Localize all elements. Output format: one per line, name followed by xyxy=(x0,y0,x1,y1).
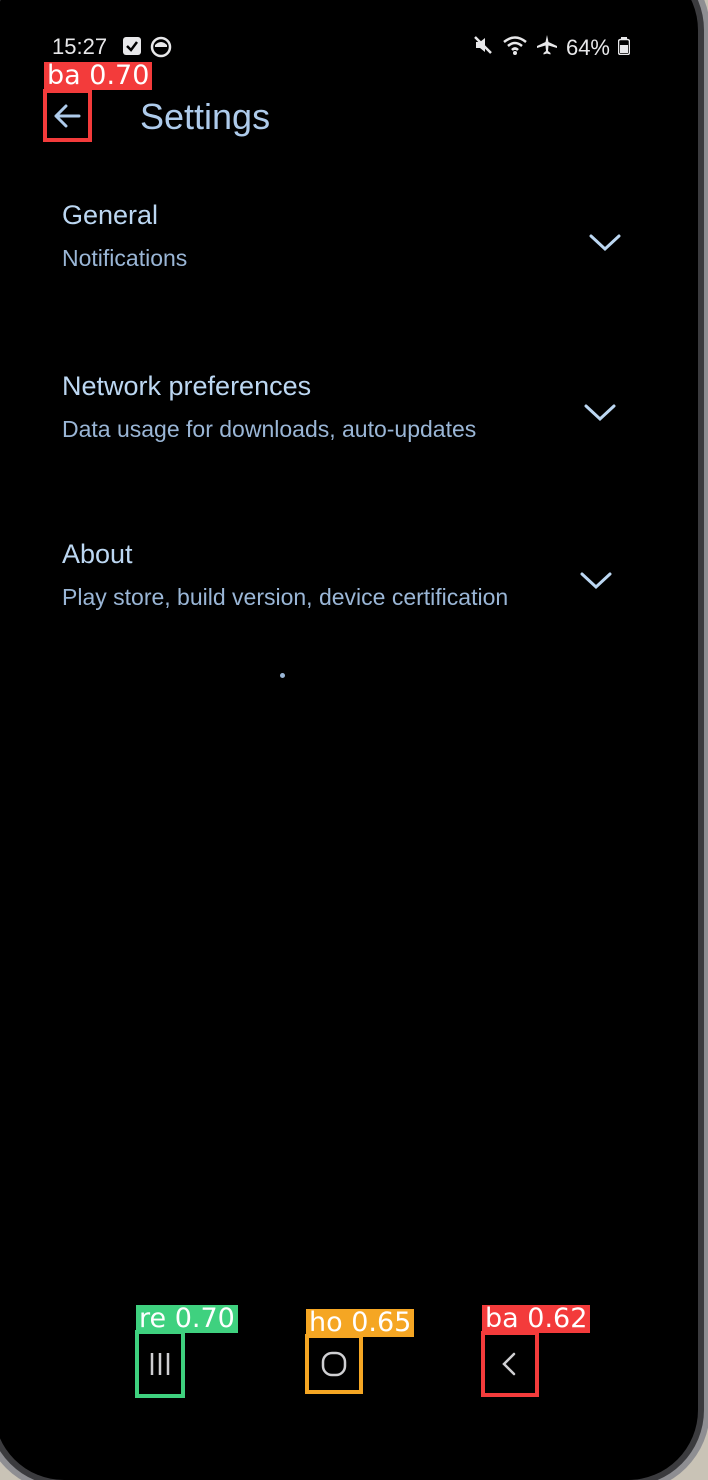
settings-item-about[interactable]: About Play store, build version, device … xyxy=(62,539,618,611)
mute-icon xyxy=(472,34,494,62)
settings-item-sublabel: Notifications xyxy=(62,245,188,271)
status-right: 64% xyxy=(472,34,631,62)
annotation-box xyxy=(43,89,92,142)
annotation-tag: ho 0.65 xyxy=(306,1309,415,1337)
settings-item-label: About xyxy=(62,539,133,569)
settings-item-sublabel: Play store, build version, device certif… xyxy=(62,584,509,610)
settings-item-network-preferences[interactable]: Network preferences Data usage for downl… xyxy=(62,371,618,443)
annotation-tag: re 0.70 xyxy=(136,1305,238,1333)
annotation-box xyxy=(481,1331,539,1397)
loading-dot xyxy=(280,673,285,678)
airplane-icon xyxy=(536,34,558,62)
settings-item-general[interactable]: General Notifications xyxy=(62,200,618,272)
chevron-down-icon[interactable] xyxy=(587,230,623,254)
status-time: 15:27 xyxy=(52,34,108,59)
settings-item-sublabel: Data usage for downloads, auto-updates xyxy=(62,416,477,442)
screen: 15:27 64% Settings General Notifications… xyxy=(0,0,708,1425)
annotation-tag: ba 0.62 xyxy=(482,1305,591,1333)
annotation-box xyxy=(305,1334,363,1394)
circle-icon xyxy=(150,36,172,64)
wifi-icon xyxy=(502,34,528,62)
page-title: Settings xyxy=(140,96,271,137)
settings-item-label: General xyxy=(62,200,159,230)
chevron-down-icon[interactable] xyxy=(578,568,614,592)
annotation-box xyxy=(135,1330,185,1398)
battery-icon xyxy=(617,35,631,61)
settings-item-label: Network preferences xyxy=(62,371,312,401)
chevron-down-icon[interactable] xyxy=(582,400,618,424)
battery-level: 64% xyxy=(565,35,610,60)
annotation-tag: ba 0.70 xyxy=(44,62,153,90)
